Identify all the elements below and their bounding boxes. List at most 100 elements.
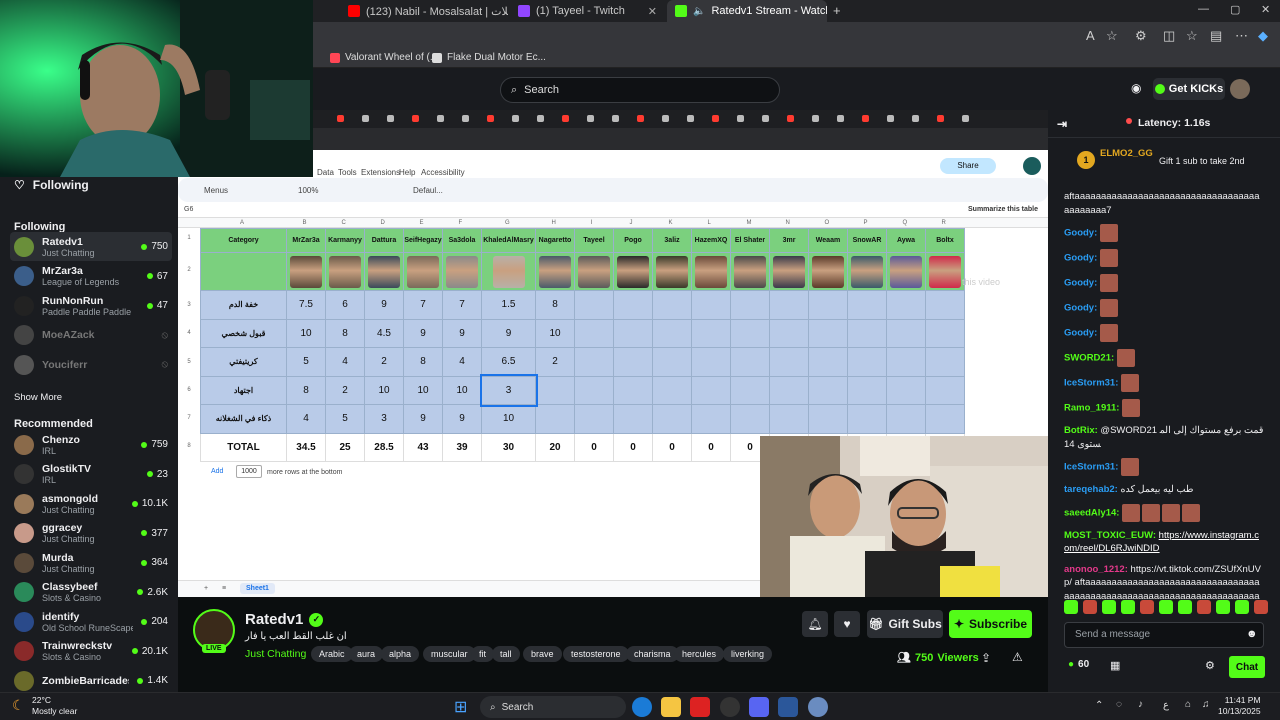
- score-cell[interactable]: [613, 347, 653, 377]
- mic-icon[interactable]: ♪: [1138, 699, 1143, 710]
- sidebar-item-moeazack[interactable]: MoeAZack ⦸: [10, 321, 172, 350]
- score-cell[interactable]: [925, 404, 965, 434]
- column-header-cell[interactable]: Dattura: [364, 228, 404, 253]
- total-cell[interactable]: 0: [691, 432, 731, 462]
- score-cell[interactable]: [769, 375, 809, 405]
- rows-count-input[interactable]: 1000: [236, 465, 262, 478]
- sidebar-item-identify[interactable]: identify Old School RuneScape 204: [10, 607, 172, 636]
- windows-start-icon[interactable]: ⊞: [454, 697, 467, 717]
- score-cell[interactable]: [925, 347, 965, 377]
- score-cell[interactable]: [925, 318, 965, 348]
- column-header-cell[interactable]: Boltx: [925, 228, 965, 253]
- score-cell[interactable]: [574, 290, 614, 320]
- score-cell[interactable]: [691, 404, 731, 434]
- score-cell[interactable]: [652, 375, 692, 405]
- score-cell[interactable]: [808, 347, 848, 377]
- score-cell[interactable]: [886, 318, 926, 348]
- tag-alpha[interactable]: alpha: [381, 646, 420, 662]
- score-cell[interactable]: 5: [286, 347, 326, 377]
- score-cell[interactable]: [886, 375, 926, 405]
- all-sheets-icon[interactable]: ≡: [222, 585, 226, 592]
- score-cell[interactable]: 10: [442, 375, 482, 405]
- emote-shortcut[interactable]: [1064, 600, 1078, 614]
- category-cell[interactable]: كريتيفتي: [200, 347, 287, 377]
- score-cell[interactable]: 7.5: [286, 290, 326, 320]
- score-cell[interactable]: [847, 347, 887, 377]
- maximize-icon[interactable]: ▢: [1230, 3, 1240, 16]
- score-cell[interactable]: [847, 318, 887, 348]
- get-kicks-button[interactable]: Get KICKs: [1153, 78, 1225, 100]
- browser-tab-twitch[interactable]: (1) Tayeel - Twitch ✕: [510, 0, 665, 22]
- tag-hercules[interactable]: hercules: [674, 646, 725, 662]
- score-cell[interactable]: [886, 347, 926, 377]
- score-cell[interactable]: 10: [364, 375, 404, 405]
- stream-player[interactable]: Data Tools Extensions Help Accessibility…: [178, 110, 1048, 597]
- bookmark-flake[interactable]: Flake Dual Motor Ec...: [432, 52, 546, 63]
- notification-bell-button[interactable]: 🔔︎: [802, 611, 828, 637]
- show-more-link[interactable]: Show More: [14, 392, 62, 403]
- emote-shortcut[interactable]: [1197, 600, 1211, 614]
- score-cell[interactable]: 5: [325, 404, 365, 434]
- total-cell[interactable]: 39: [442, 432, 482, 462]
- score-cell[interactable]: [535, 404, 575, 434]
- sidebar-item-ggracey[interactable]: ggracey Just Chatting 377: [10, 519, 172, 548]
- emote-shortcut[interactable]: [1178, 600, 1192, 614]
- score-cell[interactable]: 6.5: [481, 347, 536, 377]
- font-select[interactable]: Defaul...: [413, 186, 443, 195]
- chat-username[interactable]: BotRix:: [1064, 425, 1098, 436]
- account-avatar[interactable]: [1023, 157, 1041, 175]
- more-menu-icon[interactable]: ⋯: [1235, 28, 1248, 44]
- category-cell[interactable]: قبول شخصي: [200, 318, 287, 348]
- sidebar-item-trainwreckstv[interactable]: Trainwreckstv Slots & Casino 20.1K: [10, 637, 172, 666]
- app-icon[interactable]: [690, 697, 710, 717]
- language-icon[interactable]: ع: [1163, 700, 1169, 711]
- notification-icon[interactable]: ◉: [1131, 81, 1141, 95]
- score-cell[interactable]: [730, 318, 770, 348]
- tag-tall[interactable]: tall: [492, 646, 520, 662]
- score-cell[interactable]: [886, 290, 926, 320]
- empty-cell[interactable]: [200, 252, 287, 291]
- photo-cell[interactable]: [535, 252, 575, 291]
- tag-arabic[interactable]: Arabic: [311, 646, 353, 662]
- chat-username[interactable]: Goody:: [1064, 253, 1097, 264]
- score-cell[interactable]: 10: [286, 318, 326, 348]
- zoom-select[interactable]: 100%: [298, 186, 318, 195]
- score-cell[interactable]: 10: [481, 404, 536, 434]
- emote-shortcut[interactable]: [1216, 600, 1230, 614]
- column-header-cell[interactable]: Karmanyy: [325, 228, 365, 253]
- chat-username[interactable]: Goody:: [1064, 228, 1097, 239]
- column-header-cell[interactable]: Sa3dola: [442, 228, 482, 253]
- score-cell[interactable]: [652, 347, 692, 377]
- photo-cell[interactable]: [613, 252, 653, 291]
- score-cell[interactable]: [652, 290, 692, 320]
- chat-username[interactable]: Ramo_1911:: [1064, 403, 1119, 414]
- score-cell[interactable]: [691, 290, 731, 320]
- collections-icon[interactable]: ▤: [1210, 28, 1222, 44]
- score-cell[interactable]: [535, 375, 575, 405]
- score-cell[interactable]: [691, 375, 731, 405]
- score-cell[interactable]: [730, 404, 770, 434]
- emote-shortcut[interactable]: [1083, 600, 1097, 614]
- follow-button[interactable]: ♥: [834, 611, 860, 637]
- score-cell[interactable]: [613, 404, 653, 434]
- score-cell[interactable]: 4.5: [364, 318, 404, 348]
- favorites-icon[interactable]: ☆: [1186, 28, 1198, 44]
- chat-username[interactable]: Goody:: [1064, 303, 1097, 314]
- menus-button[interactable]: Menus: [204, 186, 228, 195]
- score-cell[interactable]: 8: [325, 318, 365, 348]
- score-cell[interactable]: 9: [481, 318, 536, 348]
- edge-icon[interactable]: [632, 697, 652, 717]
- total-cell[interactable]: 28.5: [364, 432, 404, 462]
- score-cell[interactable]: [769, 347, 809, 377]
- network-icon[interactable]: ⌂: [1185, 699, 1191, 710]
- add-sheet-icon[interactable]: +: [204, 585, 208, 592]
- score-cell[interactable]: [847, 290, 887, 320]
- wifi-icon[interactable]: ◌: [1116, 699, 1122, 710]
- column-header-cell[interactable]: 3aliz: [652, 228, 692, 253]
- photo-cell[interactable]: [730, 252, 770, 291]
- score-cell[interactable]: 4: [325, 347, 365, 377]
- score-cell[interactable]: 10: [535, 318, 575, 348]
- emote-shortcut[interactable]: [1235, 600, 1249, 614]
- score-cell[interactable]: 8: [403, 347, 443, 377]
- score-cell[interactable]: 3: [364, 404, 404, 434]
